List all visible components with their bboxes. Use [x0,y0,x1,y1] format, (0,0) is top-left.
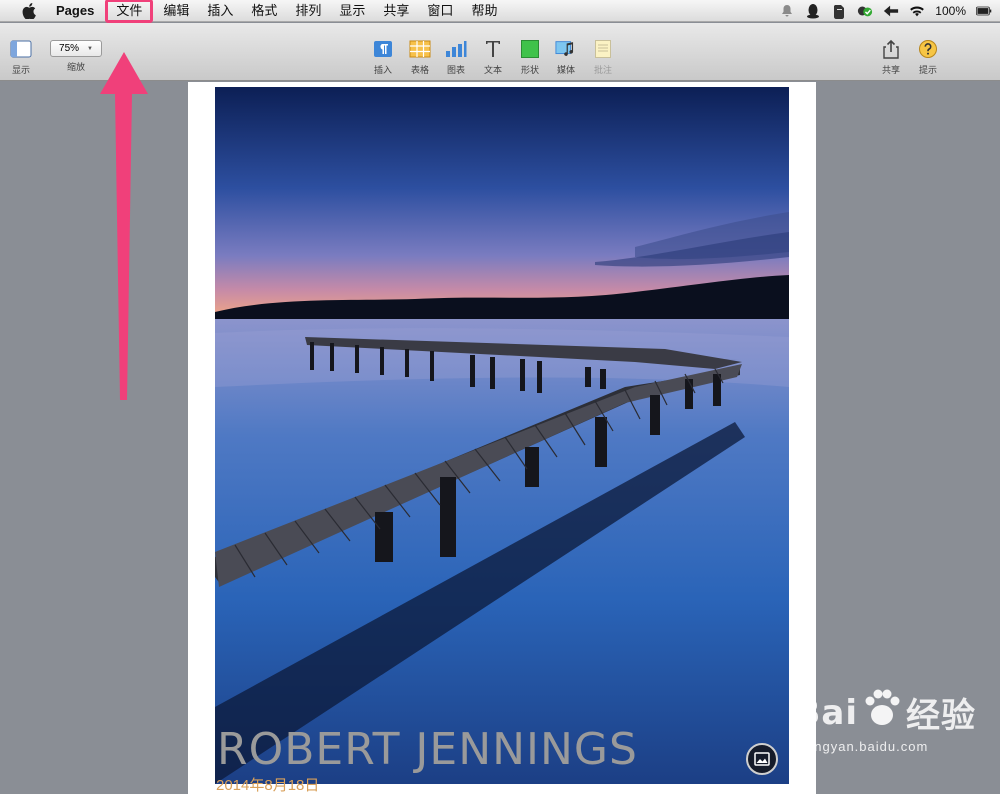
forward-icon[interactable] [883,3,899,19]
watermark-url: jingyan.baidu.com [806,739,929,754]
zoom-select[interactable]: 75% ▼ [50,40,102,57]
insert-button[interactable]: 插入 [372,23,394,76]
watermark-brand-cn: 经验 [906,696,976,736]
qq-icon[interactable] [805,3,821,19]
insert-label: 插入 [373,65,392,75]
share-label: 共享 [881,65,900,75]
zoom-control[interactable]: 75% ▼ 缩放 [50,23,102,73]
view-icon [10,38,32,60]
menu-help[interactable]: 帮助 [462,0,506,22]
media-button[interactable]: 媒体 [555,23,577,76]
tips-button[interactable]: 提示 [917,23,939,76]
sync-icon[interactable] [857,3,873,19]
chevron-down-icon: ▼ [87,45,93,52]
menu-edit[interactable]: 编辑 [154,0,198,22]
menu-format[interactable]: 格式 [242,0,286,22]
cover-photo[interactable] [215,87,789,784]
baidu-watermark: Bai 经验 jingyan.baidu.com [794,688,976,754]
paragraph-icon [372,38,394,60]
tips-label: 提示 [918,65,937,75]
share-button[interactable]: 共享 [880,23,902,76]
bar-chart-icon [445,38,467,60]
share-icon [880,38,902,60]
menu-view[interactable]: 显示 [330,0,374,22]
comment-icon [592,38,614,60]
media-icon [555,38,577,60]
chart-button[interactable]: 图表 [445,23,467,76]
annotation-arrow [100,52,148,400]
zoom-label: 缩放 [66,62,85,72]
menu-insert[interactable]: 插入 [198,0,242,22]
help-icon [917,38,939,60]
menu-window[interactable]: 窗口 [418,0,462,22]
watermark-brand: Bai [794,692,858,733]
media-label: 媒体 [556,65,575,75]
document-date[interactable]: 2014年8月18日 [216,774,319,794]
menu-arrange[interactable]: 排列 [286,0,330,22]
view-label: 显示 [11,65,30,75]
notification-icon[interactable] [779,3,795,19]
document-title[interactable]: ROBERT JENNINGS [217,724,638,775]
wifi-icon[interactable] [909,3,925,19]
text-icon [482,38,504,60]
shape-button[interactable]: 形状 [519,23,541,76]
chart-label: 图表 [446,65,465,75]
apple-menu-icon[interactable] [20,2,38,19]
menu-bar: Pages 文件 编辑 插入 格式 排列 显示 共享 窗口 帮助 100% [0,0,1000,23]
table-label: 表格 [410,65,429,75]
shape-label: 形状 [520,65,539,75]
comment-label: 批注 [593,65,612,75]
evernote-icon[interactable] [831,3,847,19]
table-icon [409,38,431,60]
zoom-value: 75% [59,43,80,54]
table-button[interactable]: 表格 [409,23,431,76]
view-button[interactable]: 显示 [10,23,32,76]
image-options-button[interactable] [746,743,778,775]
pier-landscape-image [215,87,789,784]
text-label: 文本 [483,65,502,75]
battery-icon[interactable] [976,3,992,19]
text-button[interactable]: 文本 [482,23,504,76]
menu-file[interactable]: 文件 [105,0,154,23]
battery-percent: 100% [935,4,966,18]
document-page[interactable]: ROBERT JENNINGS 2014年8月18日 [188,82,816,794]
menu-share[interactable]: 共享 [374,0,418,22]
menu-app-name[interactable]: Pages [52,0,104,22]
paw-logo-icon [862,689,902,736]
comment-button[interactable]: 批注 [592,23,614,76]
status-area: 100% [779,0,1000,22]
image-icon [754,752,770,766]
shape-icon [519,38,541,60]
